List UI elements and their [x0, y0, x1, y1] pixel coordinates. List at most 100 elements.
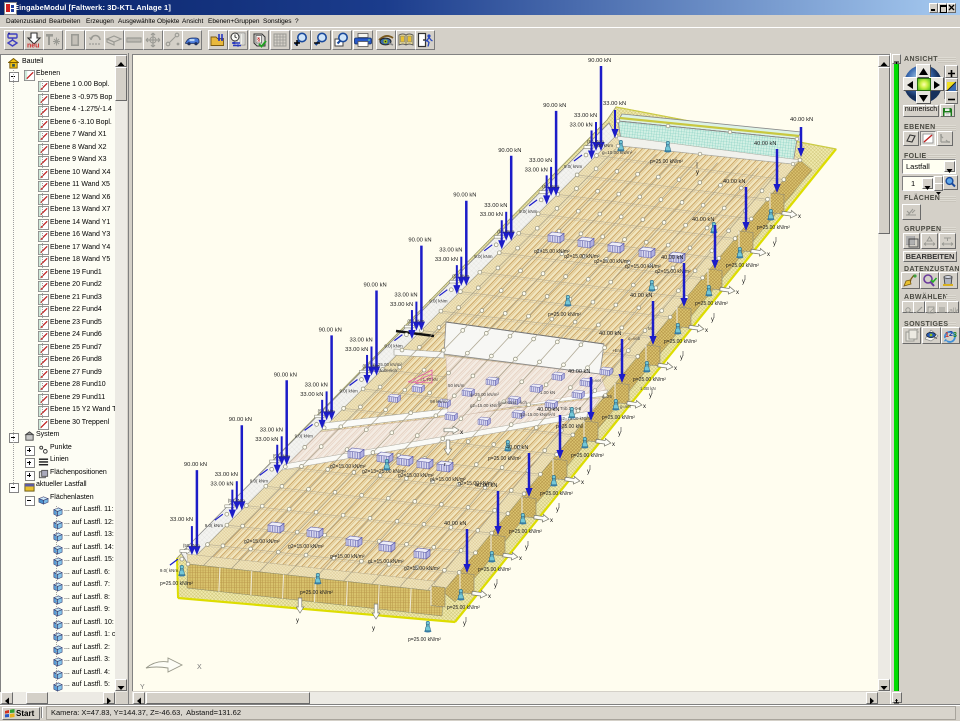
svg-text:g=veränd. -lich: g=veränd. -lich	[498, 400, 527, 405]
svg-text:y: y	[372, 626, 375, 632]
svg-text:90.00 kN: 90.00 kN	[588, 58, 611, 64]
svg-text:g2=15.00 kN/m²: g2=15.00 kN/m²	[560, 416, 592, 421]
svg-text:33.00 kN: 33.00 kN	[170, 517, 193, 523]
svg-text:40.00 kN: 40.00 kN	[630, 293, 652, 299]
svg-text:p=25.00 kN/m²: p=25.00 kN/m²	[548, 312, 581, 318]
svg-text:p=25.00 kN/m²: p=25.00 kN/m²	[488, 456, 521, 462]
svg-text:33.00 kN: 33.00 kN	[603, 101, 626, 107]
svg-text:(50 kNm: (50 kNm	[183, 543, 200, 548]
svg-text:y: y	[587, 469, 590, 475]
svg-text:33.00 kN: 33.00 kN	[260, 427, 283, 433]
svg-text:p=25.00 kN/m²: p=25.00 kN/m²	[478, 567, 511, 573]
svg-text:x: x	[519, 556, 522, 562]
svg-text:q=25.00 kN/m²: q=25.00 kN/m²	[470, 392, 499, 397]
svg-text:p=25.00 kN/m²: p=25.00 kN/m²	[602, 415, 635, 421]
svg-text:q2=15.00 kN/m²: q2=15.00 kN/m²	[655, 269, 691, 275]
svg-text:gL=15.00 kN/m²: gL=15.00 kN/m²	[368, 559, 404, 565]
svg-text:p=25.00 kN/m²: p=25.00 kN/m²	[300, 590, 333, 596]
svg-text:=1.70 kN: =1.70 kN	[420, 377, 438, 382]
svg-text:90.00 kN: 90.00 kN	[274, 372, 297, 378]
svg-text:q=25: q=25	[602, 394, 612, 399]
svg-text:40.00 kN: 40.00 kN	[599, 331, 621, 337]
svg-text:(50 kNm: (50 kNm	[318, 408, 335, 413]
svg-text:p=25.00 kN/m²: p=25.00 kN/m²	[540, 491, 573, 497]
svg-text:p=25.00 kN/m²: p=25.00 kN/m²	[726, 263, 759, 269]
svg-text:33.00 kN: 33.00 kN	[255, 437, 278, 443]
svg-text:x: x	[798, 214, 801, 220]
svg-text:9.0( kNm: 9.0( kNm	[384, 344, 403, 349]
svg-text:§: §	[257, 37, 260, 44]
svg-text:(50 kNm: (50 kNm	[452, 274, 469, 279]
svg-text:p=25.00 kN/m²: p=25.00 kN/m²	[633, 377, 666, 383]
svg-text:33.00 kN: 33.00 kN	[350, 338, 373, 344]
svg-text:g2=15.00 kN/m²: g2=15.00 kN/m²	[330, 464, 366, 470]
svg-text:90.00 kN: 90.00 kN	[543, 103, 566, 109]
svg-text:x: x	[488, 594, 491, 600]
svg-text:y: y	[696, 170, 699, 176]
svg-text:9.0( kNm: 9.0( kNm	[295, 433, 314, 438]
svg-text:33.00 kN: 33.00 kN	[300, 392, 323, 398]
svg-text:90.00 kN: 90.00 kN	[408, 238, 431, 244]
svg-text:x: x	[767, 252, 770, 258]
svg-text:90.00 kN: 90.00 kN	[319, 327, 342, 333]
svg-text:Y: Y	[140, 684, 145, 691]
svg-text:40.00 kN: 40.00 kN	[568, 369, 590, 375]
svg-text:y: y	[494, 583, 497, 589]
svg-text:33.00 kN: 33.00 kN	[305, 382, 328, 388]
svg-text:33.00 kN: 33.00 kN	[570, 122, 593, 128]
svg-text:9.0( kNm: 9.0( kNm	[429, 299, 448, 304]
svg-text:p=25.00 kN/m²: p=25.00 kN/m²	[695, 301, 728, 307]
svg-text:g²=15.00 kN/m²: g²=15.00 kN/m²	[330, 554, 365, 560]
svg-text:r: r	[444, 462, 446, 468]
svg-text:33.00 kN: 33.00 kN	[435, 257, 458, 263]
svg-text:(50 kNm: (50 kNm	[596, 143, 613, 148]
svg-text:40.00 kN: 40.00 kN	[692, 217, 714, 223]
svg-text:(50 kNm: (50 kNm	[497, 229, 514, 234]
svg-text:x: x	[643, 404, 646, 410]
svg-text:50 kN/m: 50 kN/m	[448, 383, 465, 388]
svg-text:40.00 kN: 40.00 kN	[661, 255, 683, 261]
svg-text:x: x	[674, 366, 677, 372]
svg-text:p=25.00 kN/m²: p=25.00 kN/m²	[509, 529, 542, 535]
svg-text:(50 kNm: (50 kNm	[273, 453, 290, 458]
svg-text:90.00 kN: 90.00 kN	[229, 417, 252, 423]
svg-text:neu: neu	[27, 43, 39, 50]
svg-text:x: x	[705, 328, 708, 334]
svg-text:g=10.00 kN/m²: g=10.00 kN/m²	[602, 150, 633, 155]
svg-text:33.00 kN: 33.00 kN	[484, 203, 507, 209]
svg-text:p=25.00 kN/m²: p=25.00 kN/m²	[664, 339, 697, 345]
svg-text:p=25.00 kN/m²: p=25.00 kN/m²	[408, 637, 441, 643]
svg-text:y: y	[711, 317, 714, 323]
svg-text:3: 3	[953, 332, 957, 339]
svg-text:40.00 kN: 40.00 kN	[790, 117, 813, 123]
svg-text:1.0B kN: 1.0B kN	[640, 386, 656, 391]
svg-text:33.00 kN: 33.00 kN	[574, 113, 597, 119]
svg-text:y: y	[525, 545, 528, 551]
svg-text:x: x	[550, 518, 553, 524]
svg-text:y: y	[649, 393, 652, 399]
svg-text:y: y	[556, 507, 559, 513]
svg-text:33.00 kN: 33.00 kN	[529, 158, 552, 164]
svg-text:33.00 kN: 33.00 kN	[390, 302, 413, 308]
svg-text:(50 kNm: (50 kNm	[363, 364, 380, 369]
svg-text:40.00 kN: 40.00 kN	[475, 483, 497, 489]
svg-text:g2=15.00 kN/m²: g2=15.00 kN/m²	[404, 566, 440, 572]
svg-text:y: y	[296, 618, 299, 624]
svg-text:33.00 kN: 33.00 kN	[525, 167, 548, 173]
svg-text:x: x	[612, 442, 615, 448]
svg-text:q=veb: q=veb	[628, 336, 641, 341]
svg-text:9.0( kNm: 9.0( kNm	[564, 164, 583, 169]
svg-text:90.00 kN: 90.00 kN	[453, 193, 476, 199]
svg-text:p=25.00 kN/m²: p=25.00 kN/m²	[757, 225, 790, 231]
svg-text:g2=15.00 kN/m²: g2=15.00 kN/m²	[470, 403, 502, 408]
svg-text:9.0( kNm: 9.0( kNm	[474, 254, 493, 259]
svg-text:y: y	[618, 431, 621, 437]
svg-text:33.00 kN: 33.00 kN	[480, 212, 503, 218]
svg-text:(50 kNm: (50 kNm	[407, 319, 424, 324]
svg-text:40.00 kN: 40.00 kN	[506, 445, 528, 451]
svg-text:90.00 kN: 90.00 kN	[498, 148, 521, 154]
svg-text:(50 kNm: (50 kNm	[542, 184, 559, 189]
svg-text:g2=15.00 kN/m²: g2=15.00 kN/m²	[244, 539, 280, 545]
svg-text:p=25.00 kN/m²: p=25.00 kN/m²	[447, 605, 480, 611]
svg-text:99 kN/m²: 99 kN/m²	[430, 399, 448, 404]
